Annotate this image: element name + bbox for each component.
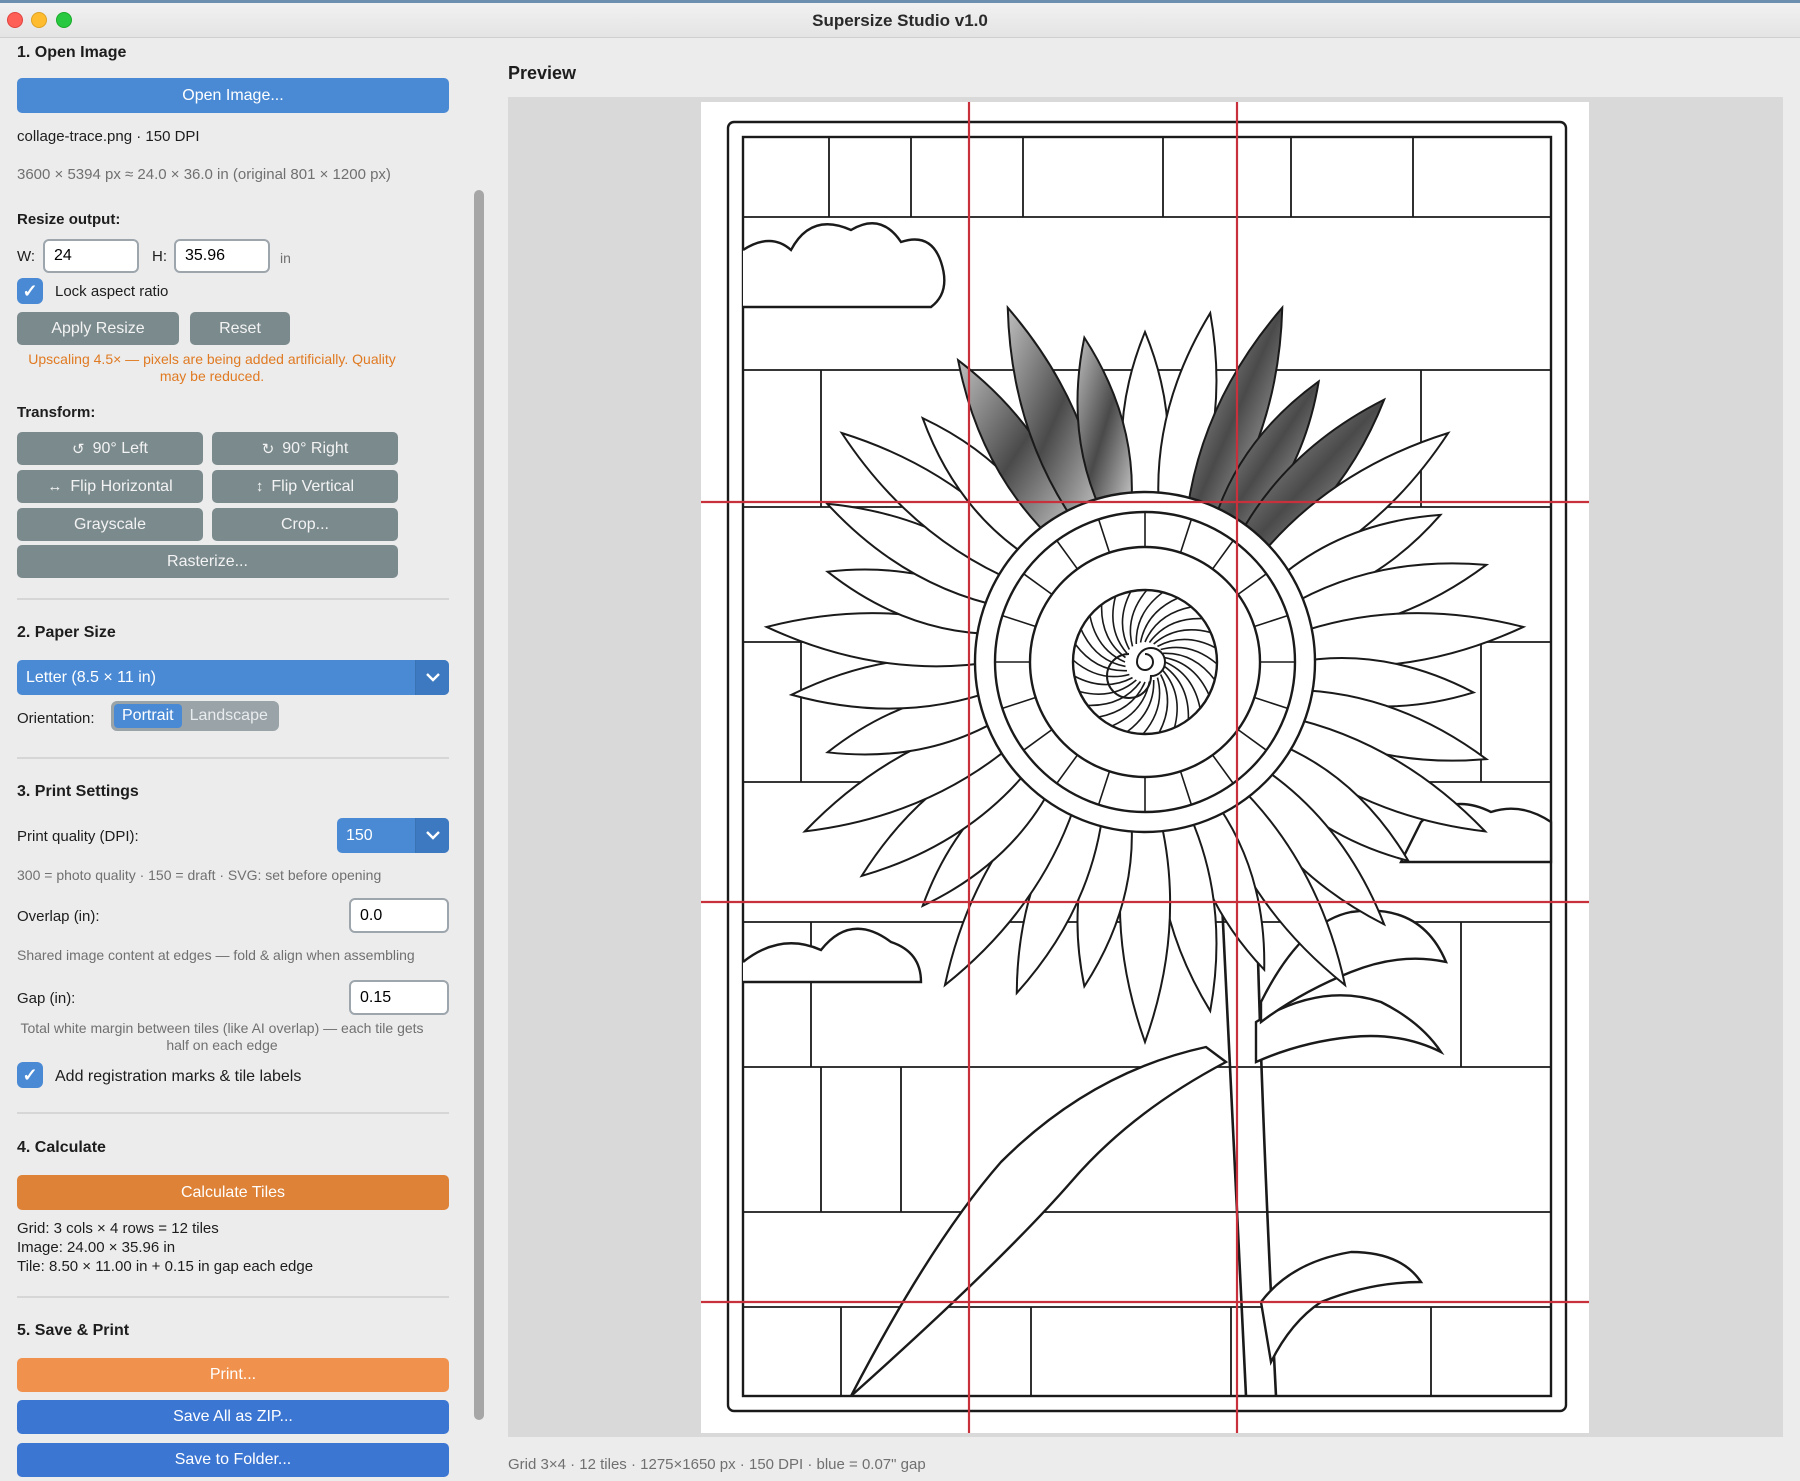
rotate-right-button[interactable]: ↻ 90° Right <box>212 432 398 465</box>
overlap-label: Overlap (in): <box>17 908 100 925</box>
lock-aspect-label: Lock aspect ratio <box>55 283 169 300</box>
orientation-label: Orientation: <box>17 710 95 727</box>
resize-output-label: Resize output: <box>17 211 121 228</box>
divider <box>17 1112 449 1114</box>
grayscale-button[interactable]: Grayscale <box>17 508 203 541</box>
landscape-option[interactable]: Landscape <box>182 704 276 728</box>
image-dimensions-info: 3600 × 5394 px ≈ 24.0 × 36.0 in (origina… <box>17 166 391 183</box>
tile-summary: Tile: 8.50 × 11.00 in + 0.15 in gap each… <box>17 1258 314 1275</box>
save-zip-button[interactable]: Save All as ZIP... <box>17 1400 449 1434</box>
dpi-hint: 300 = photo quality · 150 = draft · SVG:… <box>17 867 382 883</box>
registration-marks-checkbox[interactable]: ✓ <box>17 1062 43 1088</box>
dpi-label: Print quality (DPI): <box>17 828 139 845</box>
dpi-select[interactable]: 150 <box>337 818 449 853</box>
width-label: W: <box>17 248 36 265</box>
flip-vertical-button[interactable]: ↕ Flip Vertical <box>212 470 398 503</box>
flip-horizontal-icon: ↔ <box>47 478 63 495</box>
rotate-left-icon: ↺ <box>72 440 85 458</box>
reset-button[interactable]: Reset <box>190 312 290 345</box>
portrait-option[interactable]: Portrait <box>114 704 182 728</box>
checkmark-icon: ✓ <box>22 280 38 301</box>
save-folder-button[interactable]: Save to Folder... <box>17 1443 449 1477</box>
unit-label: in <box>280 250 291 266</box>
gap-input[interactable] <box>349 980 449 1015</box>
file-info: collage-trace.png · 150 DPI <box>17 128 200 145</box>
divider <box>17 1296 449 1298</box>
image-summary: Image: 24.00 × 35.96 in <box>17 1239 176 1256</box>
preview-image <box>701 102 1589 1433</box>
chevron-down-icon <box>415 660 449 695</box>
divider <box>17 757 449 759</box>
divider <box>17 598 449 600</box>
section-save-print-title: 5. Save & Print <box>17 1322 130 1339</box>
height-input[interactable] <box>174 239 270 273</box>
width-input[interactable] <box>43 239 139 273</box>
transform-label: Transform: <box>17 404 96 421</box>
print-button[interactable]: Print... <box>17 1358 449 1392</box>
app-window: Supersize Studio v1.0 1. Open Image Open… <box>0 0 1800 1481</box>
overlap-hint: Shared image content at edges — fold & a… <box>17 947 415 963</box>
section-print-settings-title: 3. Print Settings <box>17 783 139 800</box>
paper-size-select[interactable]: Letter (8.5 × 11 in) <box>17 660 449 695</box>
calculate-tiles-button[interactable]: Calculate Tiles <box>17 1175 449 1210</box>
gap-label: Gap (in): <box>17 990 76 1007</box>
gap-hint: Total white margin between tiles (like A… <box>20 1020 424 1053</box>
sunflower-artwork <box>701 102 1589 1433</box>
flip-horizontal-button[interactable]: ↔ Flip Horizontal <box>17 470 203 503</box>
upscale-warning: Upscaling 4.5× — pixels are being added … <box>28 351 396 384</box>
rotate-right-icon: ↻ <box>261 440 275 458</box>
section-paper-size-title: 2. Paper Size <box>17 624 116 641</box>
registration-marks-label: Add registration marks & tile labels <box>55 1068 302 1085</box>
orientation-segmented-control: Portrait Landscape <box>111 701 279 731</box>
open-image-button[interactable]: Open Image... <box>17 78 449 113</box>
chevron-down-icon <box>415 818 449 853</box>
section-open-image-title: 1. Open Image <box>17 44 127 61</box>
preview-status: Grid 3×4 · 12 tiles · 1275×1650 px · 150… <box>508 1456 926 1473</box>
preview-title: Preview <box>508 63 577 83</box>
section-calculate-title: 4. Calculate <box>17 1139 106 1156</box>
rasterize-button[interactable]: Rasterize... <box>17 545 398 578</box>
flip-vertical-icon: ↕ <box>255 478 264 495</box>
apply-resize-button[interactable]: Apply Resize <box>17 312 179 345</box>
window-title: Supersize Studio v1.0 <box>812 11 988 30</box>
crop-button[interactable]: Crop... <box>212 508 398 541</box>
height-label: H: <box>152 248 167 265</box>
title-bar: Supersize Studio v1.0 <box>0 0 1800 38</box>
overlap-input[interactable] <box>349 898 449 933</box>
rotate-left-button[interactable]: ↺ 90° Left <box>17 432 203 465</box>
lock-aspect-checkbox[interactable]: ✓ <box>17 278 43 304</box>
sidebar-scrollbar[interactable] <box>474 190 484 1420</box>
checkmark-icon: ✓ <box>22 1064 38 1085</box>
grid-summary: Grid: 3 cols × 4 rows = 12 tiles <box>17 1220 219 1237</box>
